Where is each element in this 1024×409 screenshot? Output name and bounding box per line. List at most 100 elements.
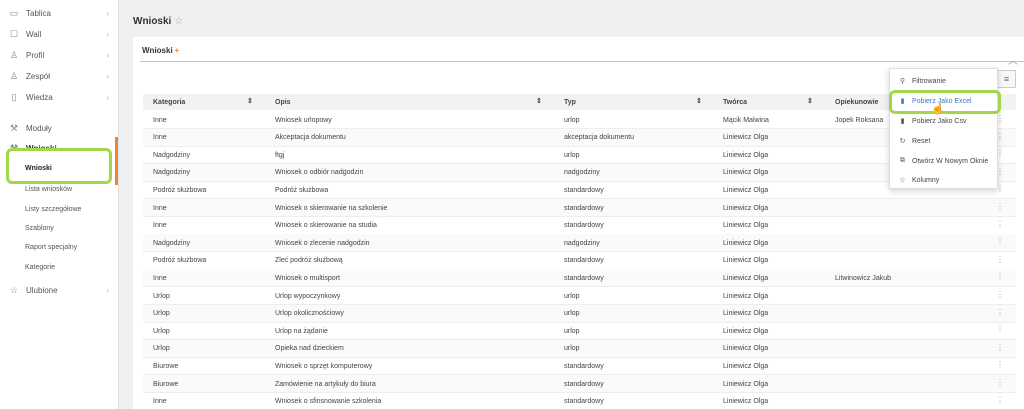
- sidebar-item-wall[interactable]: ☐ Wall ›: [0, 24, 119, 44]
- cell-tworca: Liniewicz Olga: [723, 380, 769, 388]
- favorite-star-icon[interactable]: ☆: [174, 16, 183, 27]
- table-row[interactable]: Nadgodziny Wniosek o odbiór nadgodzin nadg…: [143, 163, 1016, 182]
- cell-opis: Wniosek o multisport: [275, 274, 340, 282]
- table-row[interactable]: Urlop Opieka nad dzieckiem urlop Liniewicz …: [143, 339, 1016, 358]
- sort-icon[interactable]: ⇕: [807, 97, 813, 105]
- column-header-opiekunowie[interactable]: Opiekunowie: [835, 94, 879, 110]
- table-row[interactable]: Nadgodziny ftgj urlop Liniewicz Olga ⋮: [143, 146, 1016, 165]
- sort-icon[interactable]: ⇕: [536, 97, 542, 105]
- cell-kategoria: Inne: [153, 116, 167, 124]
- page-title-text: Wnioski: [133, 16, 172, 27]
- sidebar-item-label: Tablica: [26, 8, 51, 18]
- table-row[interactable]: Urlop Urlop na żądanie urlop Liniewicz Olga…: [143, 322, 1016, 341]
- column-header-typ[interactable]: Typ: [564, 94, 576, 110]
- sort-icon[interactable]: ⇕: [696, 97, 702, 105]
- menu-item-reset[interactable]: ↻ Reset: [890, 131, 999, 151]
- table-row[interactable]: Inne Akceptacja dokumentu akceptacja dokum…: [143, 128, 1016, 147]
- table-row[interactable]: Biurowe Wniosek o sprzęt komputerowy stand…: [143, 357, 1016, 376]
- cell-tworca: Liniewicz Olga: [723, 151, 769, 159]
- wrench-icon: ⚒: [9, 122, 19, 133]
- table-row[interactable]: Urlop Urlop wypoczynkowy urlop Liniewicz Ol…: [143, 287, 1016, 305]
- table-row[interactable]: Urlop Urlop okolicznościowy urlop Liniewicz…: [143, 304, 1016, 323]
- cell-kategoria: Podróż służbowa: [153, 186, 207, 194]
- row-actions-icon[interactable]: ⋮: [996, 343, 1004, 352]
- row-actions-icon[interactable]: ⋮: [996, 378, 1004, 387]
- table-row[interactable]: Biurowe Zamówienie na artykuły do biura st…: [143, 375, 1016, 393]
- sidebar-item-ulubione[interactable]: ☆ Ulubione ›: [0, 280, 119, 300]
- cell-typ: standardowy: [564, 257, 604, 265]
- cell-tworca: Liniewicz Olga: [723, 169, 769, 177]
- cell-typ: nadgodziny: [564, 239, 600, 247]
- cell-opiekunowie: Jopek Roksana: [835, 116, 884, 124]
- column-header-opis[interactable]: Opis: [275, 94, 291, 110]
- table-row[interactable]: Inne Wniosek o skierowanie na szkolenie st…: [143, 199, 1016, 217]
- cell-typ: standardowy: [564, 362, 604, 370]
- book-icon: ▯: [11, 91, 17, 102]
- sidebar-item-label: Zespół: [26, 71, 51, 81]
- cell-typ: urlop: [564, 327, 580, 335]
- row-actions-icon[interactable]: ⋮: [996, 325, 1004, 334]
- cell-tworca: Liniewicz Olga: [723, 345, 769, 353]
- sidebar-subitem-listy-szczegolowe[interactable]: Listy szczegółowe: [25, 200, 81, 218]
- table-row[interactable]: Inne Wniosek o multisport standardowy Linie…: [143, 269, 1016, 288]
- cell-kategoria: Biurowe: [153, 380, 179, 388]
- chevron-up-icon[interactable]: ︿: [1008, 52, 1018, 67]
- cell-opis: Zleć podróż służbową: [275, 257, 343, 265]
- table-row[interactable]: Nadgodziny Wniosek o zlecenie nadgodzin na…: [143, 234, 1016, 253]
- sidebar-item-wiedza[interactable]: ▯ Wiedza ›: [0, 87, 119, 107]
- cell-tworca: Liniewicz Olga: [723, 274, 769, 282]
- team-icon: ♙: [9, 70, 19, 81]
- cell-kategoria: Nadgodziny: [153, 169, 190, 177]
- sort-icon[interactable]: ⇕: [247, 97, 253, 105]
- row-actions-icon[interactable]: ⋮: [996, 202, 1004, 211]
- table-options-dropdown: ⚲ Filtrowanie ▮ Pobierz Jako Excel ▮ Pob…: [889, 68, 998, 189]
- sidebar-subitem-raport-specjalny[interactable]: Raport specjalny: [25, 238, 77, 256]
- table-row[interactable]: Podróż służbowa Zleć podróż służbową stand…: [143, 252, 1016, 270]
- row-actions-icon[interactable]: ⋮: [996, 220, 1004, 229]
- row-actions-icon[interactable]: ⋮: [996, 272, 1004, 281]
- row-actions-icon[interactable]: ⋮: [996, 255, 1004, 264]
- menu-item-filtrowanie[interactable]: ⚲ Filtrowanie: [890, 71, 999, 91]
- menu-item-label: Kolumny: [912, 176, 940, 184]
- chevron-right-icon: ›: [106, 71, 109, 81]
- cell-kategoria: Inne: [153, 274, 167, 282]
- row-actions-icon[interactable]: ⋮: [996, 290, 1004, 299]
- cell-tworca: Liniewicz Olga: [723, 204, 769, 212]
- table-row[interactable]: Inne Wniosek urlopowy urlop Mącik Malwina Jo…: [143, 111, 1016, 129]
- filter-menu-button[interactable]: ≡: [997, 70, 1016, 88]
- sidebar-item-zespol[interactable]: ♙ Zespół ›: [0, 66, 119, 86]
- page-title: Wnioski ☆: [133, 16, 183, 27]
- row-actions-icon[interactable]: ⋮: [996, 396, 1004, 405]
- column-header-tworca[interactable]: Twórca: [723, 94, 747, 110]
- table-row[interactable]: Inne Wniosek o sfinsnowanie szkolenia stan…: [143, 393, 1016, 409]
- sidebar-item-moduly[interactable]: ⚒ Moduły: [0, 118, 119, 138]
- chat-icon: ☐: [9, 28, 19, 39]
- menu-item-nowe-okno[interactable]: ⧉ Otwórz W Nowym Oknie: [890, 151, 999, 171]
- row-actions-icon[interactable]: ⋮: [996, 237, 1004, 246]
- refresh-icon: ↻: [899, 138, 906, 145]
- cell-opis: Podróż służbowa: [275, 186, 329, 194]
- active-indicator: [115, 137, 118, 185]
- cell-kategoria: Inne: [153, 222, 167, 230]
- cell-kategoria: Podróż służbowa: [153, 257, 207, 265]
- cell-typ: standardowy: [564, 274, 604, 282]
- file-icon: ▮: [900, 118, 905, 125]
- cell-opiekunowie: Litwinowicz Jakub: [835, 274, 892, 282]
- row-actions-icon[interactable]: ⋮: [996, 308, 1004, 317]
- cell-kategoria: Biurowe: [153, 362, 179, 370]
- column-header-kategoria[interactable]: Kategoria: [153, 94, 185, 110]
- sidebar-item-profil[interactable]: ♙ Profil ›: [0, 45, 119, 65]
- cell-kategoria: Inne: [153, 134, 167, 142]
- sidebar-item-tablica[interactable]: ▭ Tablica ›: [0, 3, 119, 23]
- menu-item-kolumny[interactable]: ☆ Kolumny: [890, 170, 999, 190]
- sidebar-subitem-kategorie[interactable]: Kategorie: [25, 258, 55, 276]
- add-icon[interactable]: +: [175, 46, 180, 55]
- sidebar-subitem-szablony[interactable]: Szablony: [25, 219, 54, 237]
- cell-tworca: Liniewicz Olga: [723, 134, 769, 142]
- table-row[interactable]: Inne Wniosek o skierowanie na studia stand…: [143, 217, 1016, 235]
- sidebar-item-label: Ulubione: [26, 285, 58, 295]
- table-row[interactable]: Podróż służbowa Podróż służbowa standardow…: [143, 181, 1016, 200]
- external-link-icon: ⧉: [900, 157, 905, 164]
- menu-item-label: Filtrowanie: [912, 77, 946, 85]
- row-actions-icon[interactable]: ⋮: [996, 360, 1004, 369]
